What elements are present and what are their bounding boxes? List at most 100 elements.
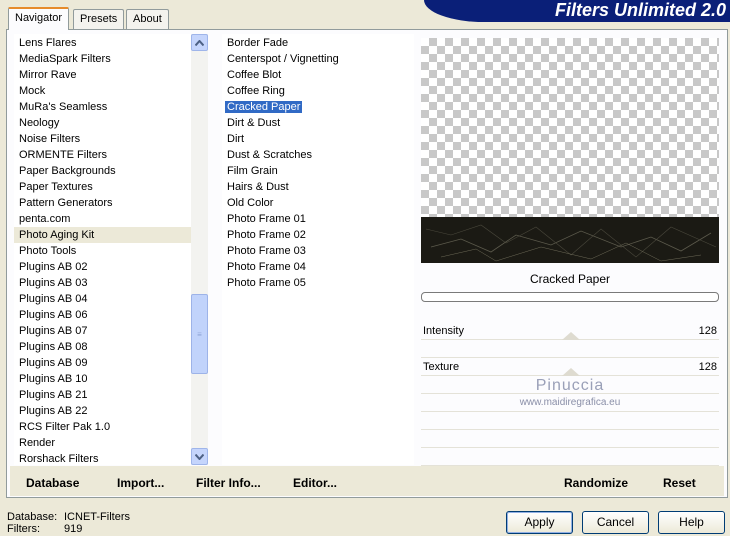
list-item[interactable]: Photo Tools bbox=[14, 243, 191, 259]
list-item[interactable]: Plugins AB 04 bbox=[14, 291, 191, 307]
import-button[interactable]: Import... bbox=[117, 475, 164, 491]
list-item[interactable]: Photo Aging Kit bbox=[14, 227, 191, 243]
list-item-label: ORMENTE Filters bbox=[19, 149, 107, 161]
list-item-label: Dirt bbox=[227, 133, 245, 145]
filters-status-label: Filters: bbox=[7, 523, 40, 535]
list-item[interactable]: penta.com bbox=[14, 211, 191, 227]
list-item[interactable]: Plugins AB 10 bbox=[14, 371, 191, 387]
chevron-down-icon bbox=[195, 453, 204, 460]
param-empty-row bbox=[421, 448, 719, 466]
category-scrollbar[interactable]: ≡ bbox=[191, 34, 208, 465]
list-item-label: Plugins AB 07 bbox=[19, 325, 88, 337]
list-item[interactable]: Old Color bbox=[222, 195, 414, 211]
list-item[interactable]: Plugins AB 09 bbox=[14, 355, 191, 371]
list-item-label: Dust & Scratches bbox=[227, 149, 312, 161]
list-item[interactable]: Neology bbox=[14, 115, 191, 131]
list-item[interactable]: Coffee Ring bbox=[222, 83, 414, 99]
list-item-label: Border Fade bbox=[227, 37, 289, 49]
list-item-label: Photo Frame 01 bbox=[227, 213, 306, 225]
list-item[interactable]: Plugins AB 06 bbox=[14, 307, 191, 323]
list-item-label: Plugins AB 04 bbox=[19, 293, 88, 305]
list-item-label: Paper Textures bbox=[19, 181, 93, 193]
list-item-label: Photo Frame 02 bbox=[227, 229, 306, 241]
list-item[interactable]: Plugins AB 02 bbox=[14, 259, 191, 275]
list-item[interactable]: Noise Filters bbox=[14, 131, 191, 147]
randomize-button[interactable]: Randomize bbox=[564, 475, 628, 491]
tab-about[interactable]: About bbox=[126, 9, 169, 29]
scroll-thumb[interactable]: ≡ bbox=[191, 294, 208, 374]
list-item[interactable]: Mock bbox=[14, 83, 191, 99]
list-item[interactable]: Plugins AB 08 bbox=[14, 339, 191, 355]
list-item[interactable]: RCS Filter Pak 1.0 bbox=[14, 419, 191, 435]
help-button[interactable]: Help bbox=[658, 511, 725, 534]
list-item[interactable]: MuRa's Seamless bbox=[14, 99, 191, 115]
filters-status-value: 919 bbox=[64, 523, 83, 535]
cancel-button[interactable]: Cancel bbox=[582, 511, 649, 534]
param-intensity[interactable]: Intensity 128 bbox=[421, 322, 719, 340]
list-item-label: Plugins AB 06 bbox=[19, 309, 88, 321]
list-item-label: Plugins AB 10 bbox=[19, 373, 88, 385]
category-list[interactable]: Lens Flares MediaSpark Filters Mirror Rave… bbox=[14, 34, 191, 465]
chevron-up-icon bbox=[195, 39, 204, 46]
list-item[interactable]: Coffee Blot bbox=[222, 67, 414, 83]
list-item-label: MuRa's Seamless bbox=[19, 101, 108, 113]
list-item[interactable]: MediaSpark Filters bbox=[14, 51, 191, 67]
list-item-label: Film Grain bbox=[227, 165, 278, 177]
list-item[interactable]: Paper Backgrounds bbox=[14, 163, 191, 179]
list-item[interactable]: Render bbox=[14, 435, 191, 451]
slider-knob-icon[interactable] bbox=[562, 332, 580, 340]
list-item[interactable]: Border Fade bbox=[222, 35, 414, 51]
list-item[interactable]: Mirror Rave bbox=[14, 67, 191, 83]
list-item[interactable]: ORMENTE Filters bbox=[14, 147, 191, 163]
database-button[interactable]: Database bbox=[26, 475, 79, 491]
list-item-label: Mock bbox=[19, 85, 46, 97]
list-item[interactable]: Dirt & Dust bbox=[222, 115, 414, 131]
list-item[interactable]: Plugins AB 07 bbox=[14, 323, 191, 339]
editor-button[interactable]: Editor... bbox=[293, 475, 337, 491]
list-item[interactable]: Photo Frame 03 bbox=[222, 243, 414, 259]
list-item[interactable]: Photo Frame 02 bbox=[222, 227, 414, 243]
list-item-label: Plugins AB 02 bbox=[19, 261, 88, 273]
list-item-label: Plugins AB 08 bbox=[19, 341, 88, 353]
list-item[interactable]: Centerspot / Vignetting bbox=[222, 51, 414, 67]
list-item-label: Dirt & Dust bbox=[227, 117, 281, 129]
tab-navigator[interactable]: Navigator bbox=[8, 7, 70, 30]
list-item[interactable]: Photo Frame 05 bbox=[222, 275, 414, 291]
list-item[interactable]: Plugins AB 22 bbox=[14, 403, 191, 419]
watermark-name: Pinuccia bbox=[535, 377, 605, 394]
list-item-label: Render bbox=[19, 437, 56, 449]
filter-info-button[interactable]: Filter Info... bbox=[196, 475, 261, 491]
scroll-up-button[interactable] bbox=[191, 34, 208, 51]
filter-name-label: Cracked Paper bbox=[529, 272, 611, 286]
reset-button[interactable]: Reset bbox=[663, 475, 696, 491]
list-item-label: MediaSpark Filters bbox=[19, 53, 111, 65]
apply-button[interactable]: Apply bbox=[506, 511, 573, 534]
param-label: Intensity bbox=[423, 325, 464, 337]
list-item[interactable]: Plugins AB 03 bbox=[14, 275, 191, 291]
list-item-label: Old Color bbox=[227, 197, 274, 209]
list-item[interactable]: Photo Frame 01 bbox=[222, 211, 414, 227]
watermark-url: www.maidiregrafica.eu bbox=[519, 397, 621, 408]
list-item[interactable]: Hairs & Dust bbox=[222, 179, 414, 195]
slider-knob-icon[interactable] bbox=[562, 368, 580, 376]
list-item[interactable]: Rorshack Filters bbox=[14, 451, 191, 467]
list-item-label: Photo Frame 05 bbox=[227, 277, 306, 289]
list-item[interactable]: Film Grain bbox=[222, 163, 414, 179]
tab-presets[interactable]: Presets bbox=[73, 9, 125, 29]
param-empty-row bbox=[421, 412, 719, 430]
param-texture[interactable]: Texture 128 bbox=[421, 358, 719, 376]
list-item-label: Plugins AB 21 bbox=[19, 389, 88, 401]
list-item[interactable]: Paper Textures bbox=[14, 179, 191, 195]
param-spacer bbox=[421, 340, 719, 358]
list-item[interactable]: Dirt bbox=[222, 131, 414, 147]
list-item[interactable]: Lens Flares bbox=[14, 35, 191, 51]
scroll-down-button[interactable] bbox=[191, 448, 208, 465]
list-item[interactable]: Pattern Generators bbox=[14, 195, 191, 211]
list-item[interactable]: Cracked Paper bbox=[222, 99, 414, 115]
list-item-label: Rorshack Filters bbox=[19, 453, 99, 465]
list-item[interactable]: Plugins AB 21 bbox=[14, 387, 191, 403]
list-item[interactable]: Photo Frame 04 bbox=[222, 259, 414, 275]
list-item-label: Lens Flares bbox=[19, 37, 77, 49]
list-item[interactable]: Dust & Scratches bbox=[222, 147, 414, 163]
filter-list[interactable]: Border Fade Centerspot / Vignetting Coffee… bbox=[222, 34, 414, 465]
